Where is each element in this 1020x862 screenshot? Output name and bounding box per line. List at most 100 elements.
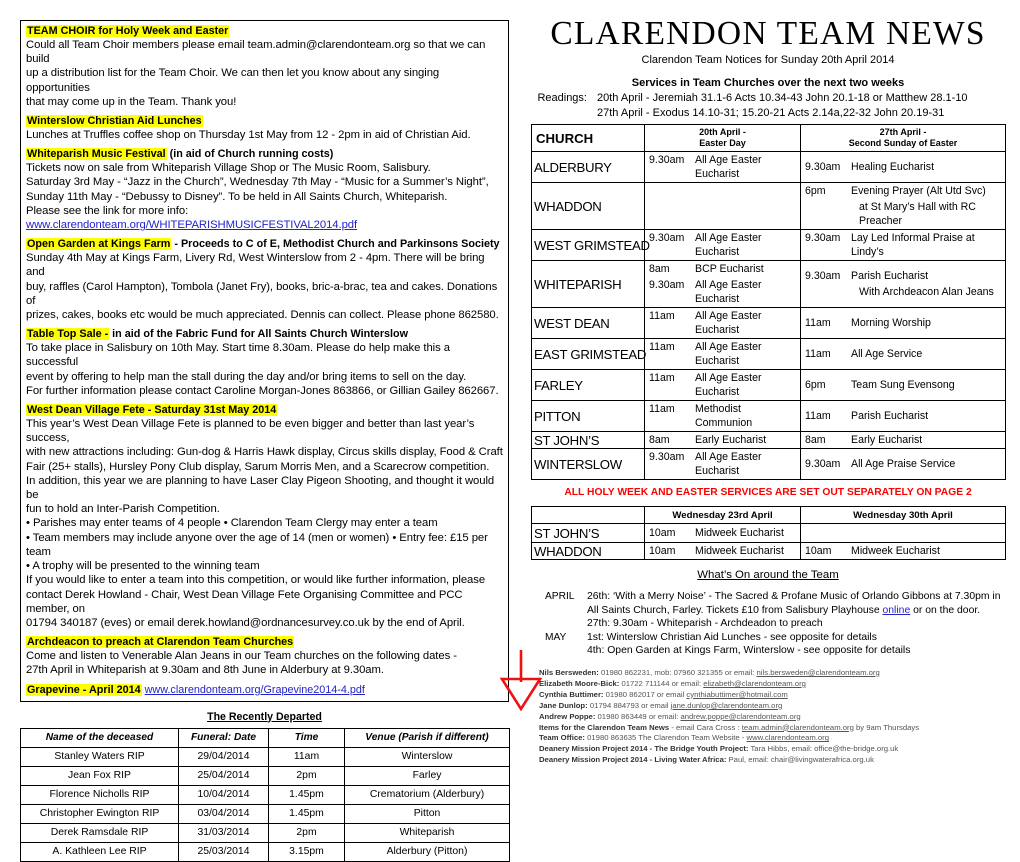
cell-church: WHITEPARISH — [531, 260, 645, 308]
contact-email-link[interactable]: nils.bersweden@clarendonteam.org — [757, 668, 880, 677]
service-time: 11am — [805, 410, 831, 422]
notice-line: 01794 340187 (eves) or email derek.howla… — [26, 616, 465, 629]
notice-body: Could all Team Choir members please emai… — [26, 38, 503, 109]
notice-heading: Winterslow Christian Aid Lunches — [26, 114, 503, 128]
cell-date: 29/04/2014 — [178, 746, 269, 767]
readings-block: Readings: 20th April - Jeremiah 31.1-6 A… — [531, 91, 1005, 120]
contact-detail: 01794 884793 or email — [587, 700, 671, 710]
service-time: 9.30am — [649, 232, 685, 244]
notice-heading: TEAM CHOIR for Holy Week and Easter — [26, 24, 503, 38]
contacts-footer: Nils Bersweden: 01980 862231, mob: 07960… — [531, 668, 1005, 766]
notice-line: Sunday 4th May at Kings Farm, Livery Rd,… — [26, 252, 485, 279]
service-desc: Morning Worship — [851, 317, 931, 329]
cell-service-20th: 11am All Age Easter Eucharist — [644, 338, 801, 370]
service-entry: 11am All Age Service — [801, 346, 1005, 362]
cell-church: EAST GRIMSTEAD — [531, 338, 646, 370]
notice-table-top-sale: Table Top Sale - in aid of the Fabric Fu… — [26, 327, 503, 398]
notice-line: Sunday 11th May - “Debussy to Disney”. T… — [26, 190, 448, 203]
cell-church: WHADDON — [531, 542, 645, 560]
notice-line: up a distribution list for the Team Choi… — [26, 67, 440, 94]
service-time: 9.30am — [805, 161, 841, 173]
page-title: CLARENDON TEAM NEWS — [550, 15, 986, 52]
service-time: 10am — [805, 545, 832, 557]
cell-service-20th: 9.30am All Age Easter Eucharist — [644, 151, 801, 183]
service-time: 9.30am — [649, 451, 685, 463]
col-header-27th-april: 27th April - Second Sunday of Easter — [800, 124, 1006, 152]
col-header-blank — [531, 506, 645, 524]
notice-heading-highlight: West Dean Village Fete - Saturday 31st M… — [26, 404, 278, 417]
cell-church: WINTERSLOW — [531, 448, 645, 480]
tickets-online-link[interactable]: online — [882, 605, 910, 616]
service-entry-empty — [645, 197, 800, 215]
notice-heading: Grapevine - April 2014 www.clarendonteam… — [26, 683, 503, 697]
contact-email-link[interactable]: cynthiabuttimer@hotmail.com — [686, 690, 787, 699]
cell-service-27th: 9.30am Lay Led Informal Praise at Lindy’s — [800, 229, 1006, 261]
table-row: A. Kathleen Lee RIP 25/03/2014 3.15pm Al… — [20, 841, 510, 862]
notice-heading: Table Top Sale - in aid of the Fabric Fu… — [26, 327, 503, 341]
service-entry: 11am Methodist Communion — [645, 401, 800, 431]
service-desc: All Age Easter Eucharist — [695, 232, 762, 258]
col-header-line: Second Sunday of Easter — [848, 138, 958, 148]
service-row-st-johns: ST JOHN’S 8am Early Eucharist 8am Early Eu… — [531, 431, 1006, 449]
service-entry: 8am BCP Eucharist — [645, 261, 800, 277]
service-desc: at St Mary’s Hall with RC Preacher — [859, 201, 976, 227]
cell-service-20th: 11am Methodist Communion — [644, 400, 801, 432]
whats-on-item: 27th: 9.30am - Whiteparish - Archdeadon … — [587, 618, 823, 630]
grapevine-pdf-link[interactable]: www.clarendonteam.org/Grapevine2014-4.pd… — [145, 684, 365, 696]
cell-service-27th: 9.30am All Age Praise Service — [800, 448, 1006, 480]
service-row-winterslow: WINTERSLOW 9.30am All Age Easter Eucharis… — [531, 448, 1006, 480]
service-time: 11am — [649, 403, 675, 415]
notice-line: • Parishes may enter teams of 4 people •… — [26, 517, 438, 530]
service-time: 6pm — [805, 379, 826, 391]
notice-line: This year’s West Dean Village Fete is pl… — [26, 418, 475, 445]
cell-name: Derek Ramsdale RIP — [20, 822, 179, 843]
notice-heading-rest: - Proceeds to C of E, Methodist Church a… — [171, 238, 500, 251]
notice-body: Tickets now on sale from Whiteparish Vil… — [26, 161, 503, 232]
service-desc: Midweek Eucharist — [851, 545, 940, 557]
notice-line: buy, raffles (Carol Hampton), Tombola (J… — [26, 280, 498, 307]
contact-detail: Paul, email: chair@livingwaterafrica.org… — [726, 755, 874, 765]
contact-line: Items for the Clarendon Team News - emai… — [539, 723, 1005, 734]
service-desc: Methodist Communion — [695, 403, 753, 429]
contact-name: Andrew Poppe: — [539, 711, 596, 721]
cell-midweek-23rd: 10am Midweek Eucharist — [644, 523, 801, 543]
notice-heading-highlight: Whiteparish Music Festival — [26, 148, 167, 161]
cell-date: 10/04/2014 — [178, 784, 269, 805]
notice-west-dean-fete: West Dean Village Fete - Saturday 31st M… — [26, 403, 503, 630]
notice-heading-highlight: Winterslow Christian Aid Lunches — [26, 115, 203, 128]
service-desc: Evening Prayer (Alt Utd Svc) — [851, 185, 986, 197]
contact-email-link[interactable]: team.admin@clarendonteam.org — [742, 723, 854, 732]
cell-venue: Crematorium (Alderbury) — [344, 784, 510, 805]
cell-service-27th: 6pm Team Sung Evensong — [800, 369, 1006, 401]
whats-on-item: 4th: Open Garden at Kings Farm, Wintersl… — [587, 645, 911, 657]
col-header-time: Time — [268, 727, 345, 748]
cell-church: ST JOHN’S — [531, 523, 645, 543]
service-time: 9.30am — [805, 270, 841, 282]
service-desc: BCP Eucharist — [695, 263, 764, 275]
service-time: 10am — [649, 545, 676, 557]
masthead-subtitle: Clarendon Team Notices for Sunday 20th A… — [641, 54, 895, 66]
service-entry: 9.30am All Age Easter Eucharist — [645, 152, 800, 182]
service-entry: 11am Parish Eucharist — [801, 408, 1005, 424]
contact-email-link[interactable]: andrew.poppe@clarendonteam.org — [680, 712, 800, 721]
cell-time: 11am — [268, 746, 345, 767]
service-time: 8am — [649, 263, 670, 275]
service-row-east-grimstead: EAST GRIMSTEAD 11am All Age Easter Euchar… — [531, 338, 1006, 370]
team-website-link[interactable]: www.clarendonteam.org — [747, 733, 829, 742]
service-desc: Lay Led Informal Praise at Lindy’s — [851, 232, 975, 258]
whiteparish-festival-link[interactable]: www.clarendonteam.org/WHITEPARISHMUSICFE… — [26, 219, 357, 231]
notice-body: Sunday 4th May at Kings Farm, Livery Rd,… — [26, 251, 503, 322]
service-desc: With Archdeacon Alan Jeans — [859, 286, 994, 298]
notice-heading-highlight: Grapevine - April 2014 — [26, 683, 142, 696]
contact-line: Nils Bersweden: 01980 862231, mob: 07960… — [539, 668, 1005, 679]
table-row: Stanley Waters RIP 29/04/2014 11am Winte… — [20, 746, 510, 767]
service-entry: 9.30am Lay Led Informal Praise at Lindy’s — [801, 230, 1005, 260]
contact-email-link[interactable]: jane.dunlop@clarendonteam.org — [671, 701, 783, 710]
midweek-row-whaddon: WHADDON 10am Midweek Eucharist 10am Midwee… — [531, 542, 1006, 560]
col-header-venue: Venue (Parish if different) — [344, 727, 510, 748]
service-time: 9.30am — [805, 232, 841, 244]
col-header-line: 20th April - — [699, 127, 746, 137]
service-desc: Midweek Eucharist — [695, 545, 784, 557]
contact-email-link[interactable]: elizabeth@clarendonteam.org — [703, 679, 806, 688]
cell-church: WEST GRIMSTEAD — [531, 229, 650, 261]
